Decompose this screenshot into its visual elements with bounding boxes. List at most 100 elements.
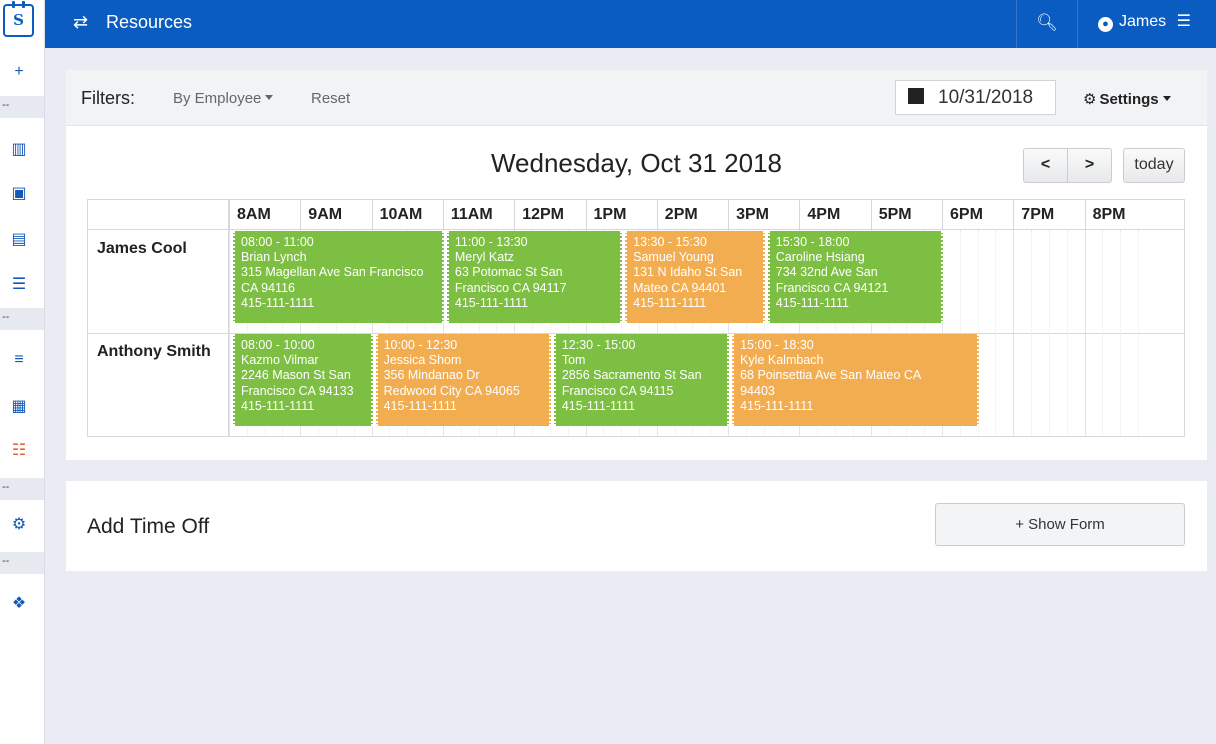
sidebar-separator: -- [0, 552, 44, 574]
day-nav: < > [1023, 148, 1112, 183]
caret-down-icon [265, 95, 274, 100]
event-phone: 415-111-1111 [454, 295, 529, 310]
event-addr2: Mateo CA 94401 [633, 280, 727, 295]
event-who: Tom [561, 353, 586, 368]
event-time: 15:30 - 18:00 [775, 235, 850, 249]
today-button[interactable]: today [1123, 148, 1185, 183]
hour-header: 3PM [728, 200, 799, 230]
by-employee-dropdown[interactable]: By Employee [173, 90, 274, 107]
hour-header: 1PM [585, 200, 657, 230]
settings-label: Settings [1099, 91, 1159, 108]
event-who: Jessica Shom [383, 353, 462, 368]
gear-icon: ⚙ [1083, 91, 1097, 108]
event-addr2: Francisco CA 94117 [454, 280, 567, 295]
appointment-event[interactable]: 08:00 - 11:00 Brian Lynch 315 Magellan Ave… [233, 231, 444, 323]
event-time: 11:00 - 13:30 [454, 235, 528, 249]
settings-dropdown[interactable]: ⚙ Settings [1083, 90, 1171, 108]
logo-text: S [13, 11, 24, 29]
event-phone: 415-111-1111 [561, 398, 636, 413]
sidebar-separator: -- [0, 96, 44, 118]
hour-header: 6PM [942, 200, 1013, 230]
event-addr1: 2246 Mason St San [241, 368, 351, 383]
hour-header: 8AM [229, 200, 300, 230]
document-icon[interactable]: ▤ [0, 230, 38, 250]
event-phone: 415-111-1111 [775, 295, 849, 310]
hour-header: 11AM [442, 200, 514, 230]
event-time: 15:00 - 18:30 [740, 338, 814, 352]
cubes-icon[interactable]: ❖ [0, 594, 38, 614]
user-menu[interactable]: ● James ☰ [1077, 0, 1211, 48]
task-list-icon[interactable]: ☷ [0, 441, 38, 461]
timeline-grid: 8AM 9AM 10AM 11AM 12PM 1PM 2PM 3PM 4PM 5PM 6PM 7PM 8… [87, 199, 1185, 437]
event-phone: 415-111-1111 [740, 398, 814, 413]
event-who: Kyle Kalmbach [740, 353, 824, 368]
reset-button[interactable]: Reset [311, 90, 350, 107]
hour-header: 4PM [799, 200, 870, 230]
caret-down-icon [1162, 96, 1171, 101]
appointment-event[interactable]: 15:30 - 18:00 Caroline Hsiang 734 32nd Ave… [767, 231, 943, 323]
hour-header: 10AM [371, 200, 443, 230]
event-who: Caroline Hsiang [775, 250, 865, 265]
swap-icon[interactable]: ⇄ [73, 12, 88, 33]
event-addr1: 63 Potomac St San [454, 265, 563, 280]
appointment-event[interactable]: 10:00 - 12:30 Jessica Shom 356 Mindanao Dr… [375, 334, 551, 426]
event-phone: 415-111-1111 [633, 295, 707, 310]
contact-card-icon[interactable]: ▣ [0, 184, 38, 204]
event-who: Brian Lynch [241, 250, 307, 265]
hour-header: 2PM [656, 200, 728, 230]
event-addr2: 94403 [740, 383, 775, 398]
event-time: 13:30 - 15:30 [633, 235, 707, 249]
event-phone: 415-111-1111 [383, 398, 457, 413]
event-time: 08:00 - 11:00 [241, 235, 314, 249]
event-time: 08:00 - 10:00 [241, 338, 315, 352]
search-button[interactable]: 🔍︎ [1016, 0, 1077, 48]
event-addr1: 315 Magellan Ave San Francisco [241, 265, 424, 280]
calendar-icon[interactable]: ▦ [0, 397, 38, 417]
event-addr2: Redwood City CA 94065 [383, 383, 520, 398]
chart-icon[interactable]: ▥ [0, 140, 38, 160]
server-icon[interactable]: ☰ [0, 275, 38, 295]
event-time: 10:00 - 12:30 [383, 338, 458, 352]
appointment-event[interactable]: 11:00 - 13:30 Meryl Katz 63 Potomac St San… [446, 231, 623, 323]
appointment-event[interactable]: 12:30 - 15:00 Tom 2856 Sacramento St San Fr… [553, 334, 730, 426]
logo[interactable]: S [3, 1, 34, 37]
event-addr1: 68 Poinsettia Ave San Mateo CA [740, 368, 922, 383]
appointment-event[interactable]: 13:30 - 15:30 Samuel Young 131 N Idaho St … [625, 231, 765, 323]
prev-day-button[interactable]: < [1024, 149, 1068, 182]
event-who: Kazmo Vilmar [241, 353, 319, 368]
user-icon: ● [1098, 17, 1113, 32]
sidebar-separator: -- [0, 308, 44, 330]
gears-icon[interactable]: ⚙ [0, 515, 38, 535]
add-icon[interactable]: + [0, 62, 38, 82]
event-phone: 415-111-1111 [241, 398, 315, 413]
appointment-event[interactable]: 15:00 - 18:30 Kyle Kalmbach 68 Poinsettia … [732, 334, 979, 426]
show-form-button[interactable]: + Show Form [935, 503, 1185, 546]
page-title: Resources [106, 12, 193, 32]
top-bar: ⇄ Resources 🔍︎ ● James ☰ [45, 0, 1216, 48]
time-off-panel: Add Time Off + Show Form [66, 481, 1207, 571]
next-day-button[interactable]: > [1068, 149, 1111, 182]
event-addr2: Francisco CA 94121 [775, 280, 889, 295]
hour-header: 8PM [1084, 200, 1156, 230]
appointment-event[interactable]: 08:00 - 10:00 Kazmo Vilmar 2246 Mason St S… [233, 334, 373, 426]
timeline-header: 8AM 9AM 10AM 11AM 12PM 1PM 2PM 3PM 4PM 5PM 6PM 7PM 8… [88, 200, 1184, 230]
filters-bar: Filters: By Employee Reset 10/31/2018 ⚙ S… [66, 70, 1207, 126]
event-addr1: 356 Mindanao Dr [383, 368, 480, 383]
time-off-title: Add Time Off [87, 515, 210, 538]
resource-name: James Cool [97, 240, 187, 257]
hour-header: 7PM [1013, 200, 1084, 230]
resources-panel: Filters: By Employee Reset 10/31/2018 ⚙ S… [66, 70, 1207, 460]
date-value: 10/31/2018 [938, 87, 1034, 108]
event-addr2: CA 94116 [241, 280, 295, 295]
event-addr1: 2856 Sacramento St San [561, 368, 702, 383]
event-addr1: 734 32nd Ave San [775, 265, 878, 280]
user-name: James [1119, 13, 1167, 30]
event-phone: 415-111-1111 [241, 295, 315, 310]
search-icon: 🔍︎ [1036, 13, 1058, 32]
date-picker[interactable]: 10/31/2018 [895, 80, 1056, 115]
event-addr2: Francisco CA 94133 [241, 383, 354, 398]
hour-header: 12PM [514, 200, 585, 230]
hamburger-icon: ☰ [1176, 13, 1191, 30]
event-addr2: Francisco CA 94115 [561, 383, 674, 398]
list-icon[interactable]: ≡ [0, 350, 38, 370]
